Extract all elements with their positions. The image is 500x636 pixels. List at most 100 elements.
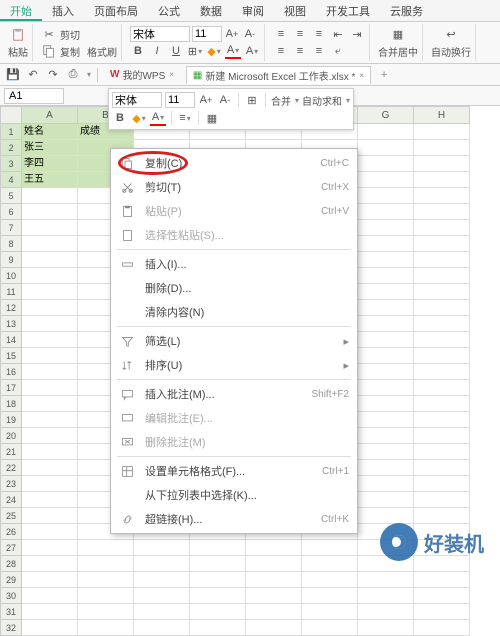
cell-E27[interactable] — [246, 540, 302, 556]
cell-A2[interactable]: 张三 — [22, 140, 78, 156]
row-header-10[interactable]: 10 — [0, 268, 22, 284]
cell-D31[interactable] — [190, 604, 246, 620]
add-tab-icon[interactable]: + — [377, 68, 391, 82]
increase-font-icon[interactable]: A+ — [224, 26, 240, 42]
align-mid-icon[interactable]: ≡ — [292, 26, 308, 42]
cell-H22[interactable] — [414, 460, 470, 476]
ctx-insert[interactable]: 插入(I)... — [111, 252, 357, 276]
wrap-icon[interactable]: ⤶ — [330, 43, 346, 59]
cell-G13[interactable] — [358, 316, 414, 332]
ctx-从下拉列表中选择(K)...[interactable]: 从下拉列表中选择(K)... — [111, 483, 357, 507]
name-box[interactable] — [4, 88, 64, 104]
row-header-20[interactable]: 20 — [0, 428, 22, 444]
underline-icon[interactable]: U — [168, 43, 184, 59]
cell-A29[interactable] — [22, 572, 78, 588]
row-header-16[interactable]: 16 — [0, 364, 22, 380]
cell-A3[interactable]: 李四 — [22, 156, 78, 172]
highlight-icon[interactable]: A▾ — [244, 43, 260, 59]
cell-H5[interactable] — [414, 188, 470, 204]
wrap-text-icon[interactable]: ↩ — [443, 27, 459, 43]
cell-H3[interactable] — [414, 156, 470, 172]
align-bot-icon[interactable]: ≡ — [311, 26, 327, 42]
cell-A25[interactable] — [22, 508, 78, 524]
cell-C30[interactable] — [134, 588, 190, 604]
cell-H4[interactable] — [414, 172, 470, 188]
cell-G19[interactable] — [358, 412, 414, 428]
cell-C29[interactable] — [134, 572, 190, 588]
mini-inc-font-icon[interactable]: A+ — [198, 92, 214, 108]
ctx-filter[interactable]: 筛选(L)▸ — [111, 329, 357, 353]
cell-A21[interactable] — [22, 444, 78, 460]
tab-视图[interactable]: 视图 — [274, 0, 316, 21]
cell-A9[interactable] — [22, 252, 78, 268]
cell-G11[interactable] — [358, 284, 414, 300]
cell-H29[interactable] — [414, 572, 470, 588]
cell-G10[interactable] — [358, 268, 414, 284]
cell-F30[interactable] — [302, 588, 358, 604]
row-header-6[interactable]: 6 — [0, 204, 22, 220]
row-header-24[interactable]: 24 — [0, 492, 22, 508]
ctx-copy[interactable]: 复制(C)Ctrl+C — [111, 151, 357, 175]
row-header-1[interactable]: 1 — [0, 124, 22, 140]
cell-H21[interactable] — [414, 444, 470, 460]
cell-H10[interactable] — [414, 268, 470, 284]
cell-H23[interactable] — [414, 476, 470, 492]
cell-G4[interactable] — [358, 172, 414, 188]
cell-G23[interactable] — [358, 476, 414, 492]
cell-G8[interactable] — [358, 236, 414, 252]
cell-G24[interactable] — [358, 492, 414, 508]
cell-G16[interactable] — [358, 364, 414, 380]
mini-align-icon[interactable]: ≡▾ — [177, 110, 193, 126]
cell-G6[interactable] — [358, 204, 414, 220]
font-size-select[interactable] — [192, 26, 222, 42]
col-header-G[interactable]: G — [358, 106, 414, 124]
tab-开始[interactable]: 开始 — [0, 0, 42, 21]
cell-A28[interactable] — [22, 556, 78, 572]
row-header-25[interactable]: 25 — [0, 508, 22, 524]
cell-H25[interactable] — [414, 508, 470, 524]
mini-border-icon[interactable]: ⊞ — [244, 92, 260, 108]
cell-F31[interactable] — [302, 604, 358, 620]
cell-F32[interactable] — [302, 620, 358, 636]
row-header-11[interactable]: 11 — [0, 284, 22, 300]
align-right-icon[interactable]: ≡ — [311, 43, 327, 59]
cell-G22[interactable] — [358, 460, 414, 476]
cell-H12[interactable] — [414, 300, 470, 316]
tab-云服务[interactable]: 云服务 — [380, 0, 433, 21]
cell-A13[interactable] — [22, 316, 78, 332]
row-header-13[interactable]: 13 — [0, 316, 22, 332]
cell-A4[interactable]: 王五 — [22, 172, 78, 188]
merge-icon[interactable]: ▦ — [390, 27, 406, 43]
tab-开发工具[interactable]: 开发工具 — [316, 0, 380, 21]
row-header-30[interactable]: 30 — [0, 588, 22, 604]
cell-G31[interactable] — [358, 604, 414, 620]
cell-H30[interactable] — [414, 588, 470, 604]
row-header-21[interactable]: 21 — [0, 444, 22, 460]
cell-A7[interactable] — [22, 220, 78, 236]
cell-H15[interactable] — [414, 348, 470, 364]
cell-A12[interactable] — [22, 300, 78, 316]
ctx-删除(D)...[interactable]: 删除(D)... — [111, 276, 357, 300]
cell-A1[interactable]: 姓名 — [22, 124, 78, 140]
mini-size-select[interactable] — [165, 92, 195, 108]
cell-G2[interactable] — [358, 140, 414, 156]
cell-G20[interactable] — [358, 428, 414, 444]
save-icon[interactable]: 💾 — [6, 68, 20, 82]
cell-F28[interactable] — [302, 556, 358, 572]
cell-E32[interactable] — [246, 620, 302, 636]
cell-H24[interactable] — [414, 492, 470, 508]
cell-H9[interactable] — [414, 252, 470, 268]
cell-D27[interactable] — [190, 540, 246, 556]
cell-H16[interactable] — [414, 364, 470, 380]
fill-color-icon[interactable]: ◆▾ — [206, 43, 222, 59]
ctx-cut[interactable]: 剪切(T)Ctrl+X — [111, 175, 357, 199]
cell-H8[interactable] — [414, 236, 470, 252]
cell-H32[interactable] — [414, 620, 470, 636]
copy-icon[interactable] — [41, 43, 57, 59]
cell-E31[interactable] — [246, 604, 302, 620]
mini-dec-font-icon[interactable]: A- — [217, 92, 233, 108]
row-header-17[interactable]: 17 — [0, 380, 22, 396]
document-tab[interactable]: ▦新建 Microsoft Excel 工作表.xlsx *× — [186, 66, 371, 84]
cell-B29[interactable] — [78, 572, 134, 588]
undo-icon[interactable]: ↶ — [26, 68, 40, 82]
